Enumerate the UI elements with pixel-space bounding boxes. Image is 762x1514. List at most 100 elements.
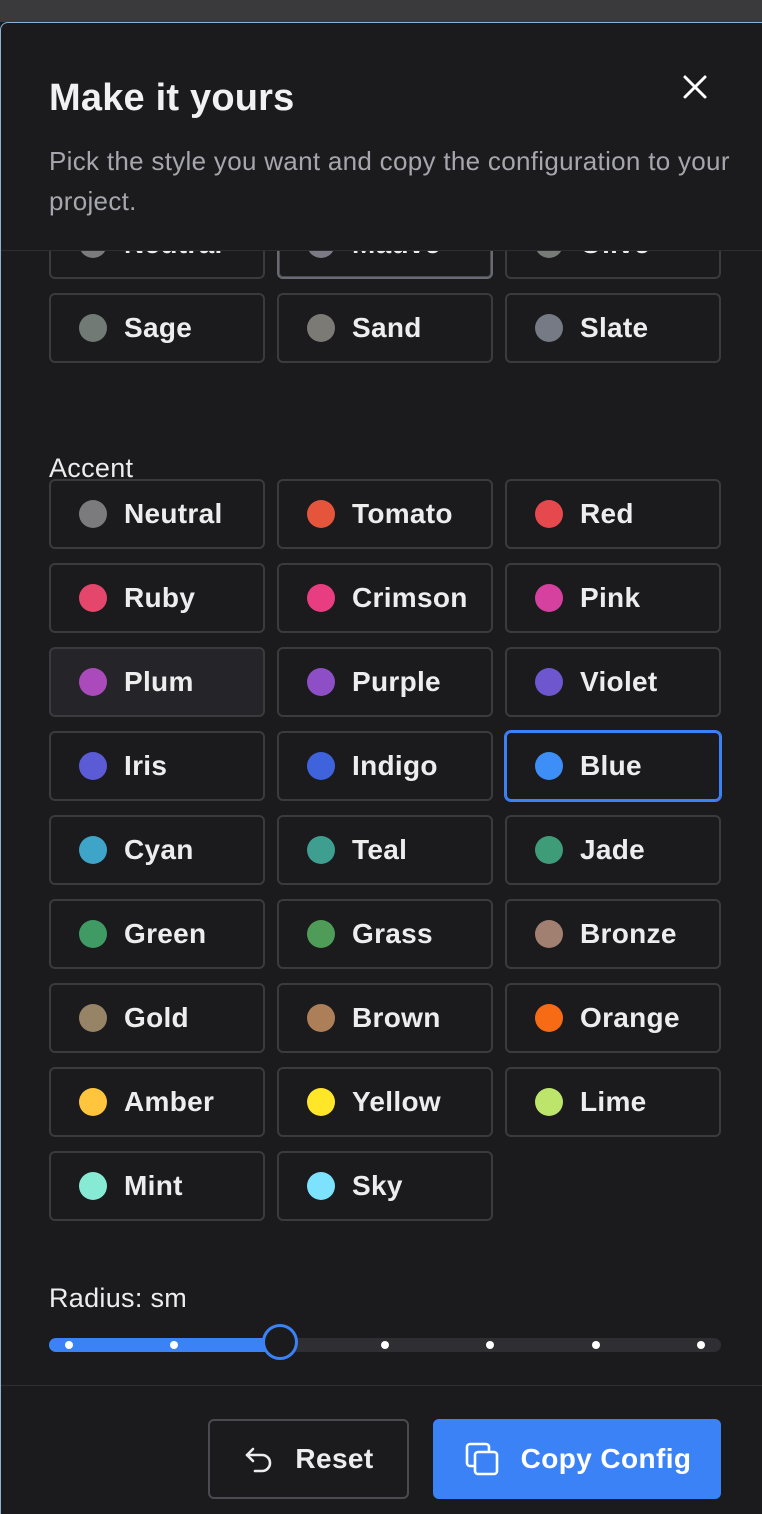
color-swatch-dot xyxy=(535,920,563,948)
color-option-label: Mint xyxy=(124,1170,183,1201)
color-option-accent-tomato[interactable]: Tomato xyxy=(277,479,493,549)
color-option-label: Yellow xyxy=(352,1086,441,1117)
color-option-accent-neutral[interactable]: Neutral xyxy=(49,479,265,549)
color-option-label: Mauve xyxy=(352,251,441,260)
panel-subtitle: Pick the style you want and copy the con… xyxy=(49,146,730,216)
color-option-label: Sand xyxy=(352,312,422,343)
panel-scroll-area[interactable]: NeutralMauveOliveSageSandSlate Accent Ne… xyxy=(1,251,762,1385)
color-option-label: Lime xyxy=(580,1086,647,1117)
color-option-accent-indigo[interactable]: Indigo xyxy=(277,731,493,801)
color-option-accent-orange[interactable]: Orange xyxy=(505,983,721,1053)
copy-icon xyxy=(465,1442,498,1476)
color-option-accent-brown[interactable]: Brown xyxy=(277,983,493,1053)
color-swatch-dot xyxy=(535,251,563,258)
color-swatch-dot xyxy=(79,752,107,780)
color-option-label: Grass xyxy=(352,918,433,949)
copy-config-button[interactable]: Copy Config xyxy=(433,1419,721,1499)
color-swatch-dot xyxy=(79,500,107,528)
color-option-accent-lime[interactable]: Lime xyxy=(505,1067,721,1137)
color-option-label: Purple xyxy=(352,666,441,697)
color-swatch-dot xyxy=(535,1088,563,1116)
radius-slider-step[interactable] xyxy=(697,1341,705,1349)
radius-section-label: Radius: sm xyxy=(49,1283,188,1313)
color-option-label: Gold xyxy=(124,1002,189,1033)
color-swatch-dot xyxy=(79,1172,107,1200)
close-button[interactable] xyxy=(677,69,713,105)
color-option-label: Sage xyxy=(124,312,193,343)
color-option-gray-neutral[interactable]: Neutral xyxy=(49,251,265,279)
color-option-label: Teal xyxy=(352,834,408,865)
color-swatch-dot xyxy=(535,1004,563,1032)
gray-color-grid: Neutral Mauve Olive Sage Sand Slate xyxy=(49,251,721,363)
color-option-accent-amber[interactable]: Amber xyxy=(49,1067,265,1137)
color-swatch-dot xyxy=(307,251,335,258)
color-option-gray-mauve[interactable]: Mauve xyxy=(277,251,493,279)
color-option-accent-teal[interactable]: Teal xyxy=(277,815,493,885)
radius-slider[interactable] xyxy=(49,1324,721,1360)
color-swatch-dot xyxy=(535,500,563,528)
color-option-label: Brown xyxy=(352,1002,441,1033)
color-swatch-dot xyxy=(307,1004,335,1032)
color-option-accent-sky[interactable]: Sky xyxy=(277,1151,493,1221)
color-swatch-dot xyxy=(535,668,563,696)
color-option-gray-sand[interactable]: Sand xyxy=(277,293,493,363)
color-option-accent-green[interactable]: Green xyxy=(49,899,265,969)
color-swatch-dot xyxy=(307,584,335,612)
color-option-accent-grass[interactable]: Grass xyxy=(277,899,493,969)
color-swatch-dot xyxy=(535,314,563,342)
panel-header: Make it yours Pick the style you want an… xyxy=(1,23,762,251)
color-option-accent-pink[interactable]: Pink xyxy=(505,563,721,633)
color-swatch-dot xyxy=(79,1088,107,1116)
color-option-accent-violet[interactable]: Violet xyxy=(505,647,721,717)
radius-slider-step[interactable] xyxy=(591,1341,600,1349)
color-option-label: Red xyxy=(580,498,634,529)
color-option-accent-iris[interactable]: Iris xyxy=(49,731,265,801)
color-option-accent-gold[interactable]: Gold xyxy=(49,983,265,1053)
color-option-gray-olive[interactable]: Olive xyxy=(505,251,721,279)
color-option-label: Indigo xyxy=(352,750,438,781)
color-option-label: Crimson xyxy=(352,582,468,613)
color-option-label: Neutral xyxy=(124,498,223,529)
color-option-label: Sky xyxy=(352,1170,403,1201)
window-top-bar xyxy=(0,0,762,22)
color-option-accent-crimson[interactable]: Crimson xyxy=(277,563,493,633)
color-option-accent-blue[interactable]: Blue xyxy=(505,731,721,801)
color-option-label: Orange xyxy=(580,1002,680,1033)
radius-slider-step[interactable] xyxy=(381,1341,389,1349)
color-option-label: Jade xyxy=(580,834,646,865)
color-option-label: Green xyxy=(124,918,207,949)
color-option-accent-yellow[interactable]: Yellow xyxy=(277,1067,493,1137)
color-option-gray-sage[interactable]: Sage xyxy=(49,293,265,363)
color-swatch-dot xyxy=(307,1088,335,1116)
color-option-label: Bronze xyxy=(580,918,677,949)
color-option-accent-jade[interactable]: Jade xyxy=(505,815,721,885)
color-option-accent-bronze[interactable]: Bronze xyxy=(505,899,721,969)
reset-button[interactable]: Reset xyxy=(208,1419,409,1499)
color-swatch-dot xyxy=(307,836,335,864)
color-option-accent-plum[interactable]: Plum xyxy=(49,647,265,717)
color-swatch-dot xyxy=(79,314,107,342)
panel-footer: Reset Copy Config xyxy=(1,1385,762,1514)
color-swatch-dot xyxy=(79,836,107,864)
color-option-accent-purple[interactable]: Purple xyxy=(277,647,493,717)
color-swatch-dot xyxy=(307,1172,335,1200)
color-swatch-dot xyxy=(79,584,107,612)
undo-icon xyxy=(246,1447,272,1473)
color-swatch-dot xyxy=(307,668,335,696)
color-option-label: Blue xyxy=(580,750,642,781)
color-option-accent-red[interactable]: Red xyxy=(505,479,721,549)
color-option-label: Neutral xyxy=(124,251,223,260)
theme-customizer-panel: Make it yours Pick the style you want an… xyxy=(0,22,762,1514)
color-swatch-dot xyxy=(79,668,107,696)
radius-slider-thumb[interactable] xyxy=(261,1324,298,1360)
reset-button-label: Reset xyxy=(295,1443,374,1474)
radius-slider-step[interactable] xyxy=(65,1341,73,1349)
color-option-accent-mint[interactable]: Mint xyxy=(49,1151,265,1221)
color-option-gray-slate[interactable]: Slate xyxy=(505,293,721,363)
color-option-accent-ruby[interactable]: Ruby xyxy=(49,563,265,633)
color-swatch-dot xyxy=(79,251,107,258)
color-option-label: Amber xyxy=(124,1086,215,1117)
color-option-accent-cyan[interactable]: Cyan xyxy=(49,815,265,885)
color-swatch-dot xyxy=(307,314,335,342)
color-option-label: Plum xyxy=(124,666,194,697)
